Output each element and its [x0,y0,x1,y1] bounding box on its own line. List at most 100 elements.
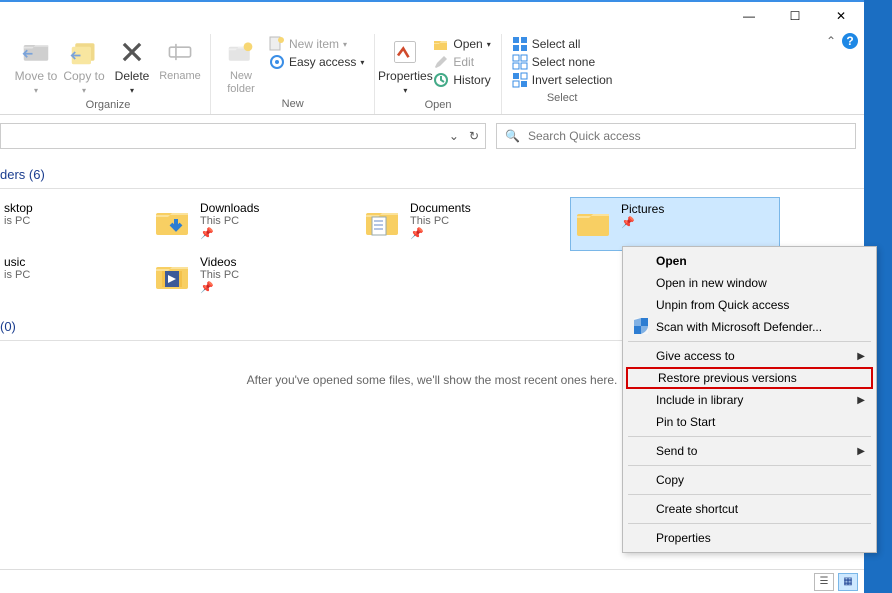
menu-item-restore-previous-versions[interactable]: Restore previous versions [626,367,873,389]
folder-item-documents[interactable]: DocumentsThis PC📌 [360,197,570,251]
collapse-ribbon-icon[interactable]: ⌃ [826,34,836,48]
menu-label: Open in new window [656,276,767,290]
defender-shield-icon [632,317,650,338]
ribbon-group-select: Select all Select none Invert selection … [502,34,623,114]
rename-icon [164,36,196,68]
folder-title: Documents [410,201,471,215]
maximize-button[interactable]: ☐ [772,2,818,30]
folder-text: sktopis PC [4,201,33,227]
menu-label: Include in library [656,393,743,407]
select-none-button[interactable]: Select none [512,54,613,70]
folder-item-usic[interactable]: usicis PC [0,251,150,305]
select-all-button[interactable]: Select all [512,36,613,52]
edit-icon [433,54,449,70]
open-button[interactable]: Open ▾ [433,36,490,52]
context-menu: Open Open in new window Unpin from Quick a… [622,246,877,553]
easy-access-button[interactable]: Easy access ▾ [269,54,364,70]
move-to-icon [20,36,52,68]
move-to-button[interactable]: Move to ▾ [12,34,60,97]
folder-title: sktop [4,201,33,215]
invert-selection-button[interactable]: Invert selection [512,72,613,88]
menu-item-open[interactable]: Open [626,250,873,272]
copy-to-button[interactable]: Copy to ▾ [60,34,108,97]
address-search-row: ⌄ ↻ 🔍 Search Quick access [0,115,864,157]
history-icon [433,72,449,88]
close-button[interactable]: ✕ [818,2,864,30]
titlebar: — ☐ ✕ [0,0,864,30]
folder-text: DocumentsThis PC📌 [410,201,471,240]
folder-subtitle: This PC [200,215,259,227]
rename-button[interactable]: Rename [156,34,204,83]
folder-subtitle: is PC [4,215,33,227]
group-label-new: New [282,96,304,113]
folder-title: usic [4,255,30,269]
search-placeholder: Search Quick access [528,129,641,143]
help-icon[interactable]: ? [842,33,858,49]
pin-icon: 📌 [200,281,239,294]
search-icon: 🔍 [505,129,520,143]
folder-text: VideosThis PC📌 [200,255,239,294]
menu-item-open-in-new-window[interactable]: Open in new window [626,272,873,294]
new-item-icon [269,36,285,52]
menu-item-include-in-library[interactable]: Include in library ▶ [626,389,873,411]
minimize-button[interactable]: — [726,2,772,30]
menu-item-scan-with-microsoft-defender[interactable]: Scan with Microsoft Defender... [626,316,873,338]
statusbar: ☰ ▦ [0,569,864,593]
menu-label: Create shortcut [656,502,738,516]
menu-separator [628,523,871,524]
ribbon: Move to ▾ Copy to ▾ Delete▾ [0,30,864,115]
menu-label: Restore previous versions [658,371,797,385]
menu-separator [628,465,871,466]
folder-icon [154,201,192,239]
folder-item-downloads[interactable]: DownloadsThis PC📌 [150,197,360,251]
submenu-arrow-icon: ▶ [857,395,865,406]
menu-item-properties[interactable]: Properties [626,527,873,549]
view-details-button[interactable]: ☰ [814,573,834,591]
folder-icon [575,202,613,240]
edit-button[interactable]: Edit [433,54,490,70]
menu-label: Properties [656,531,711,545]
view-large-icons-button[interactable]: ▦ [838,573,858,591]
menu-label: Unpin from Quick access [656,298,789,312]
section-frequent-folders[interactable]: ders (6) [0,163,864,189]
properties-icon [389,36,421,68]
folder-item-videos[interactable]: VideosThis PC📌 [150,251,360,305]
delete-button[interactable]: Delete▾ [108,34,156,97]
menu-item-copy[interactable]: Copy [626,469,873,491]
folder-icon [154,255,192,293]
folder-item-pictures[interactable]: Pictures📌 [570,197,780,251]
pin-icon: 📌 [410,227,471,240]
menu-label: Open [656,254,687,268]
new-item-button[interactable]: New item ▾ [269,36,364,52]
ribbon-group-organize: Move to ▾ Copy to ▾ Delete▾ [6,34,211,114]
folder-item-sktop[interactable]: sktopis PC [0,197,150,251]
folder-title: Pictures [621,202,664,216]
search-box[interactable]: 🔍 Search Quick access [496,123,856,149]
addr-chevron-icon[interactable]: ⌄ [449,129,459,143]
address-bar[interactable]: ⌄ ↻ [0,123,486,149]
menu-item-send-to[interactable]: Send to ▶ [626,440,873,462]
refresh-icon[interactable]: ↻ [469,129,479,143]
menu-item-unpin-from-quick-access[interactable]: Unpin from Quick access [626,294,873,316]
menu-label: Pin to Start [656,415,715,429]
copy-to-icon [68,36,100,68]
select-all-icon [512,36,528,52]
menu-separator [628,494,871,495]
folder-subtitle: This PC [410,215,471,227]
open-icon [433,36,449,52]
group-label-select: Select [547,90,578,107]
group-label-open: Open [425,97,452,114]
menu-item-give-access-to[interactable]: Give access to▶ [626,345,873,367]
properties-button[interactable]: Properties▾ [381,34,429,97]
folder-text: usicis PC [4,255,30,281]
menu-item-create-shortcut[interactable]: Create shortcut [626,498,873,520]
menu-label: Send to [656,444,697,458]
easy-access-icon [269,54,285,70]
history-button[interactable]: History [433,72,490,88]
menu-item-pin-to-start[interactable]: Pin to Start [626,411,873,433]
ribbon-extra: ⌃ ? [826,33,858,49]
submenu-arrow-icon: ▶ [857,446,865,457]
new-folder-button[interactable]: New folder [217,34,265,96]
menu-separator [628,341,871,342]
menu-label: Copy [656,473,684,487]
